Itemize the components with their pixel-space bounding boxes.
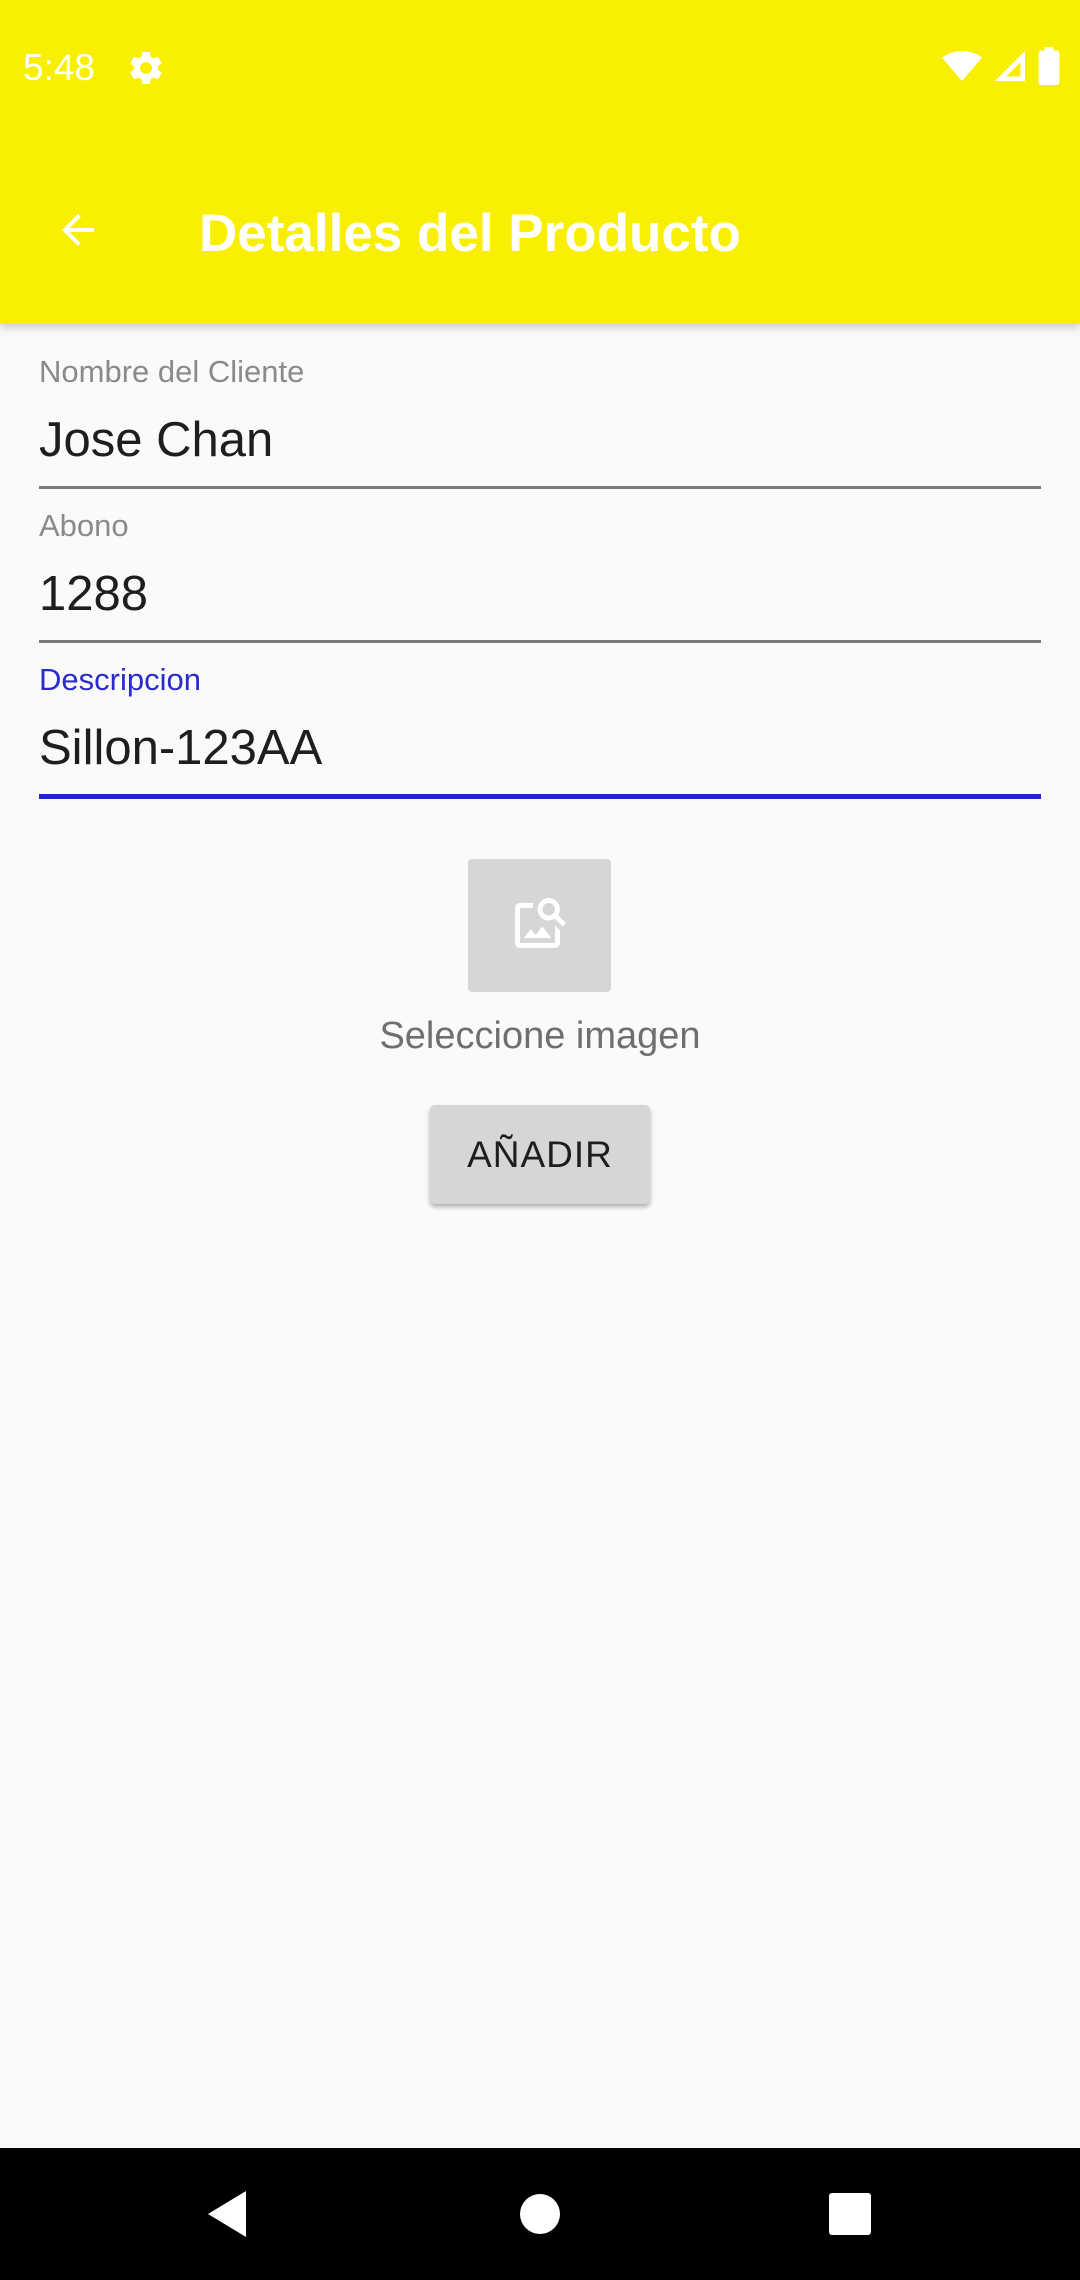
image-picker-button[interactable] xyxy=(468,859,611,992)
screen: 5:48 Detalles del Producto Nombre del Cl… xyxy=(0,0,1080,2280)
description-field[interactable]: Descripcion Sillon-123AA xyxy=(39,660,1041,799)
back-button[interactable] xyxy=(30,196,126,268)
image-search-icon xyxy=(510,893,570,958)
image-picker-caption: Seleccione imagen xyxy=(379,1015,701,1057)
client-name-underline xyxy=(39,486,1041,489)
abono-label: Abono xyxy=(39,508,129,543)
abono-input[interactable]: 1288 xyxy=(39,564,1041,624)
arrow-back-icon xyxy=(54,206,102,259)
app-bar: Detalles del Producto xyxy=(0,136,1080,324)
status-icons xyxy=(942,46,1060,90)
page-title: Detalles del Producto xyxy=(199,204,741,263)
status-bar: 5:48 xyxy=(0,0,1080,136)
client-name-field[interactable]: Nombre del Cliente Jose Chan xyxy=(39,352,1041,489)
system-nav-bar xyxy=(0,2148,1080,2280)
wifi-icon xyxy=(942,49,982,88)
status-time: 5:48 xyxy=(23,47,96,88)
description-input[interactable]: Sillon-123AA xyxy=(39,718,1041,778)
battery-icon xyxy=(1038,46,1060,90)
signal-icon xyxy=(992,48,1028,89)
abono-underline xyxy=(39,640,1041,643)
home-circle-icon[interactable] xyxy=(504,2178,576,2250)
back-triangle-icon[interactable] xyxy=(191,2178,263,2250)
client-name-input[interactable]: Jose Chan xyxy=(39,410,1041,470)
description-underline xyxy=(39,794,1041,799)
gear-icon xyxy=(126,48,166,88)
description-label: Descripcion xyxy=(39,662,201,697)
top-bar: 5:48 Detalles del Producto xyxy=(0,0,1080,324)
recents-square-icon[interactable] xyxy=(814,2178,886,2250)
add-button[interactable]: AÑADIR xyxy=(430,1105,650,1204)
abono-field[interactable]: Abono 1288 xyxy=(39,506,1041,643)
client-name-label: Nombre del Cliente xyxy=(39,354,305,389)
